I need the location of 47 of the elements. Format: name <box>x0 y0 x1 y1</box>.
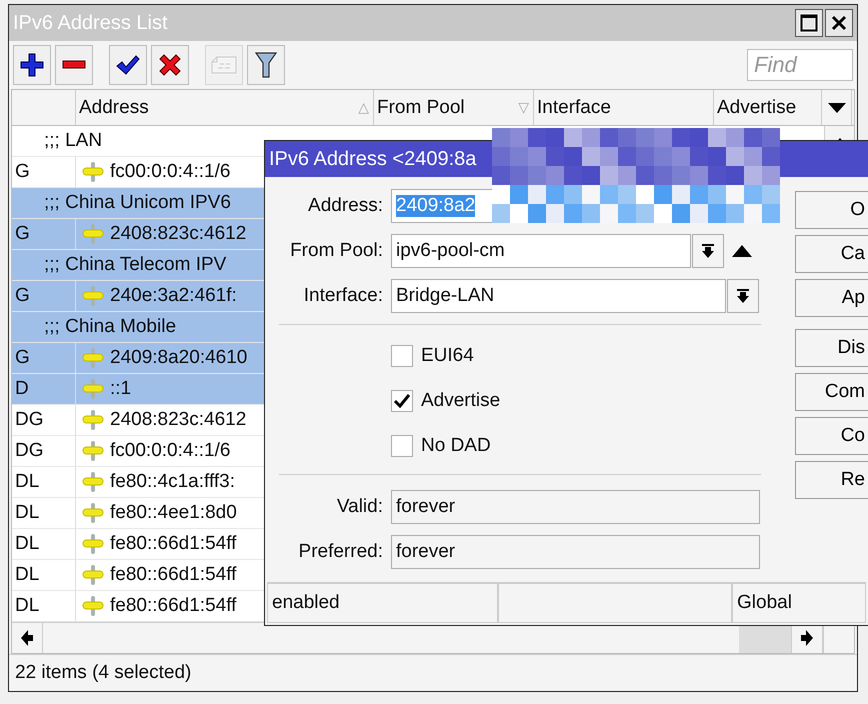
address-cell: fe80::4ee1:8d0 <box>110 502 237 524</box>
readonly-field: forever <box>391 535 760 569</box>
status-cell: enabled <box>267 583 498 623</box>
item-count: 22 items (4 selected) <box>15 662 192 684</box>
column-label: Address <box>79 96 150 118</box>
flags-cell: DL <box>15 502 40 524</box>
comment-text: ;;; China Telecom IPV <box>43 254 226 276</box>
flags-cell: G <box>15 347 30 369</box>
flags-cell: DL <box>15 471 40 493</box>
address-cell: fe80::4c1a:fff3: <box>110 471 236 493</box>
readonly-field: forever <box>391 490 760 524</box>
address-cell: 2409:8a20:4610 <box>110 347 248 369</box>
flags-cell: DG <box>15 440 44 462</box>
field-label: Address: <box>307 195 384 217</box>
flags-cell: G <box>15 285 30 307</box>
column-label: Interface <box>537 96 612 118</box>
sort-mark: △ <box>358 100 370 116</box>
checkbox-label: No DAD <box>421 435 491 457</box>
address-cell: 2408:823c:4612 <box>110 223 246 245</box>
column-label: From Pool <box>377 96 466 118</box>
address-cell: fc00:0:0:4::1/6 <box>110 440 230 462</box>
flags-cell: DL <box>15 564 40 586</box>
comment-text: ;;; LAN <box>43 130 102 152</box>
address-cell: 2408:823c:4612 <box>110 409 246 431</box>
address-cell: fc00:0:0:4::1/6 <box>110 161 230 183</box>
sort-mark: ▽ <box>518 100 530 116</box>
address-cell: 240e:3a2:461f: <box>110 285 237 307</box>
checkbox-label: EUI64 <box>421 345 474 367</box>
address-cell: ::1 <box>110 378 132 400</box>
field-label: Interface: <box>302 285 384 307</box>
flags-cell: G <box>15 223 30 245</box>
address-cell: fe80::66d1:54ff <box>110 564 236 586</box>
address-cell: fe80::66d1:54ff <box>110 595 236 617</box>
status-cell: Global <box>732 583 866 623</box>
flags-cell: D <box>15 378 29 400</box>
checkbox-label: Advertise <box>421 390 500 412</box>
field-label: Valid: <box>336 496 384 518</box>
field-label: Preferred: <box>298 541 384 563</box>
flags-cell: DL <box>15 595 40 617</box>
flags-cell: DL <box>15 533 40 555</box>
address-cell: fe80::66d1:54ff <box>110 533 236 555</box>
comment-text: ;;; China Mobile <box>43 316 176 338</box>
flags-cell: G <box>15 161 30 183</box>
column-label: Advertise <box>717 96 798 118</box>
comment-text: ;;; China Unicom IPV6 <box>43 192 231 214</box>
flags-cell: DG <box>15 409 44 431</box>
field-label: From Pool: <box>289 240 384 262</box>
